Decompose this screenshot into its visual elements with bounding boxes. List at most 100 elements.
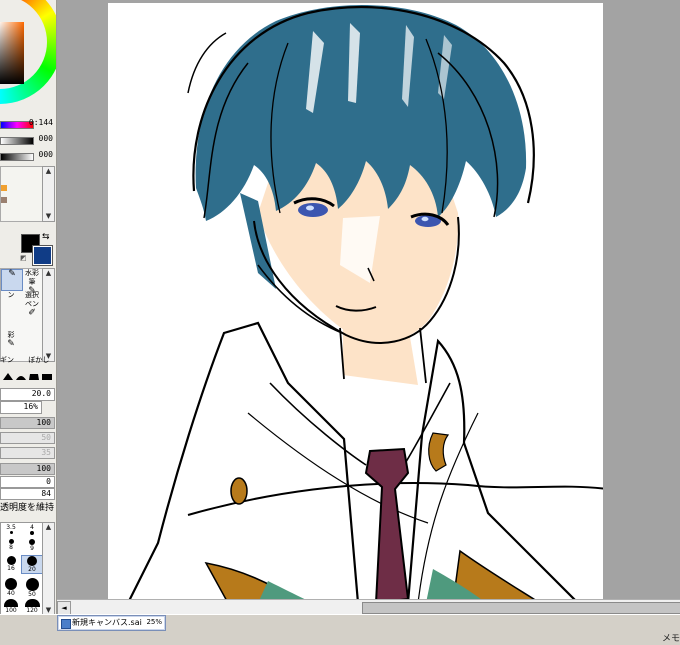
tool-scrollbar[interactable]: ▲ ▼ xyxy=(42,268,55,362)
neck-skin xyxy=(343,323,418,385)
brush-size-preset-selected[interactable]: 20 xyxy=(21,555,43,574)
watercolor-label: 水彩筆 xyxy=(25,269,39,286)
density-value: 100 xyxy=(36,418,51,427)
artwork-drawing xyxy=(128,4,603,599)
keep-opacity-label: 透明度を維持 xyxy=(0,503,55,513)
collar-button xyxy=(230,477,248,505)
watercolor-tool-button[interactable]: 水彩筆 ✎ xyxy=(22,269,42,296)
brush-size-preset[interactable]: 100 xyxy=(1,599,21,614)
canvas-viewport[interactable] xyxy=(57,0,680,599)
document-tab[interactable]: 新規キャンバス.sai 25% xyxy=(57,615,166,631)
scroll-up-icon[interactable]: ▲ xyxy=(44,269,53,278)
saturation-slider-track[interactable] xyxy=(0,137,34,145)
neck-line xyxy=(419,327,427,384)
canvas-paper[interactable] xyxy=(108,3,603,599)
document-zoom: 25% xyxy=(146,618,162,626)
swatch-orange[interactable] xyxy=(1,185,7,191)
tool-label-6: ぼかし xyxy=(28,356,50,364)
scroll-up-icon[interactable]: ▲ xyxy=(44,167,53,176)
brush-size-preset[interactable]: 9 xyxy=(22,539,42,552)
brush-shape-3[interactable] xyxy=(29,371,39,381)
value-slider-value: 000 xyxy=(38,150,53,159)
brush-size-preset[interactable]: 120 xyxy=(22,599,42,614)
collar-shape xyxy=(407,338,576,599)
brush-size-label: 20 xyxy=(28,566,36,573)
brush-size-preset[interactable]: 50 xyxy=(22,578,42,598)
saturation-slider-value: 000 xyxy=(38,134,53,143)
saturation-slider[interactable]: 000 xyxy=(0,134,56,145)
brush-shape-1[interactable] xyxy=(3,371,13,381)
status-bar: 新規キャンバス.sai 25% メモ xyxy=(0,614,680,645)
brush-dot-icon xyxy=(9,531,13,534)
density-slider[interactable]: 100 xyxy=(0,417,55,429)
swatch-palette[interactable] xyxy=(0,166,44,222)
secondary-color[interactable] xyxy=(32,245,53,266)
brush-dot-icon xyxy=(27,556,37,566)
reset-colors-icon[interactable]: ◩ xyxy=(20,254,27,262)
min-size-field[interactable]: 16% xyxy=(0,401,42,414)
brush-shape-selector xyxy=(0,369,56,385)
param-value-5: 0 xyxy=(46,477,51,486)
scroll-down-icon[interactable]: ▼ xyxy=(44,606,53,614)
param-slider-6[interactable]: 84 xyxy=(0,488,55,500)
left-eye-highlight xyxy=(306,205,314,211)
tool-button-4[interactable]: 彩 ✎ xyxy=(1,331,21,351)
value-slider[interactable]: 000 xyxy=(0,150,56,161)
brush-dot-icon xyxy=(5,578,17,590)
brush-size-value: 20.0 xyxy=(31,389,51,398)
brush-shape-2[interactable] xyxy=(16,371,26,381)
tool-panel: 0:144 000 000 ▲ ▼ ⇆ ◩ ✎ 水彩筆 ✎ ン 選択ペン ✐ 彩… xyxy=(0,0,57,614)
pen-tool-button[interactable]: ✎ xyxy=(1,269,23,291)
brush-size-label: 16 xyxy=(7,565,15,572)
brush-dot-icon xyxy=(25,578,39,591)
swatch-scrollbar[interactable]: ▲ ▼ xyxy=(42,166,55,222)
pen-label-button[interactable]: ン xyxy=(1,291,21,311)
swap-colors-icon[interactable]: ⇆ xyxy=(42,232,50,242)
brush-size-preset[interactable]: 3.5 xyxy=(1,524,21,534)
pen-label: ン xyxy=(7,291,15,299)
brush-size-scrollbar[interactable]: ▲ ▼ xyxy=(42,522,55,614)
horizontal-scroll-thumb[interactable] xyxy=(362,602,680,614)
left-eye xyxy=(298,203,328,217)
brush-size-label: 8 xyxy=(9,544,13,551)
tool-label-4: 彩 xyxy=(7,331,15,339)
brush-size-label: 100 xyxy=(5,607,17,614)
swatch-brown[interactable] xyxy=(1,197,7,203)
brush-size-label: 3.5 xyxy=(6,524,16,531)
brush-size-label: 50 xyxy=(28,591,36,598)
persistence-slider[interactable]: 100 xyxy=(0,463,55,475)
horizontal-scrollbar[interactable]: ◄ xyxy=(57,599,680,615)
keep-opacity-checkbox[interactable]: 透明度を維持 xyxy=(0,500,54,513)
brush-size-label: 120 xyxy=(26,607,38,614)
brush-size-field[interactable]: 20.0 xyxy=(0,388,55,401)
brush-icon: ✎ xyxy=(7,339,15,349)
brush-dot-icon xyxy=(4,599,18,607)
selection-pen-tool-button[interactable]: 選択ペン ✐ xyxy=(22,291,42,318)
brush-shape-4[interactable] xyxy=(42,371,52,381)
tool-label-row: ギン ぼかし xyxy=(0,355,56,365)
scroll-down-icon[interactable]: ▼ xyxy=(44,212,53,221)
brush-size-preset[interactable]: 8 xyxy=(1,539,21,551)
brush-size-preset[interactable]: 40 xyxy=(1,578,21,597)
param-value-6: 84 xyxy=(41,489,51,498)
dilution-slider[interactable]: 35 xyxy=(0,447,55,459)
saturation-value-square[interactable] xyxy=(0,22,24,84)
brush-size-preset[interactable]: 16 xyxy=(1,556,21,572)
tool-grid: ✎ 水彩筆 ✎ ン 選択ペン ✐ 彩 ✎ xyxy=(0,268,44,362)
brush-dot-icon xyxy=(24,599,40,607)
collar-shape xyxy=(128,321,359,599)
tool-label-5: ギン xyxy=(0,356,14,364)
selection-pen-label: 選択ペン xyxy=(25,291,39,308)
brush-dot-icon xyxy=(30,531,34,535)
hue-slider[interactable]: 0:144 xyxy=(0,118,56,129)
brush-size-preset[interactable]: 4 xyxy=(22,524,42,535)
scroll-left-icon[interactable]: ◄ xyxy=(57,601,71,615)
min-size-value: 16% xyxy=(23,402,38,411)
value-slider-track[interactable] xyxy=(0,153,34,161)
param-slider-5[interactable]: 0 xyxy=(0,476,55,488)
memory-usage-label: メモ xyxy=(661,634,680,644)
scroll-up-icon[interactable]: ▲ xyxy=(44,523,53,532)
brush-size-label: 9 xyxy=(30,545,34,552)
brush-icon: ✎ xyxy=(8,269,16,279)
blend-slider[interactable]: 50 xyxy=(0,432,55,444)
